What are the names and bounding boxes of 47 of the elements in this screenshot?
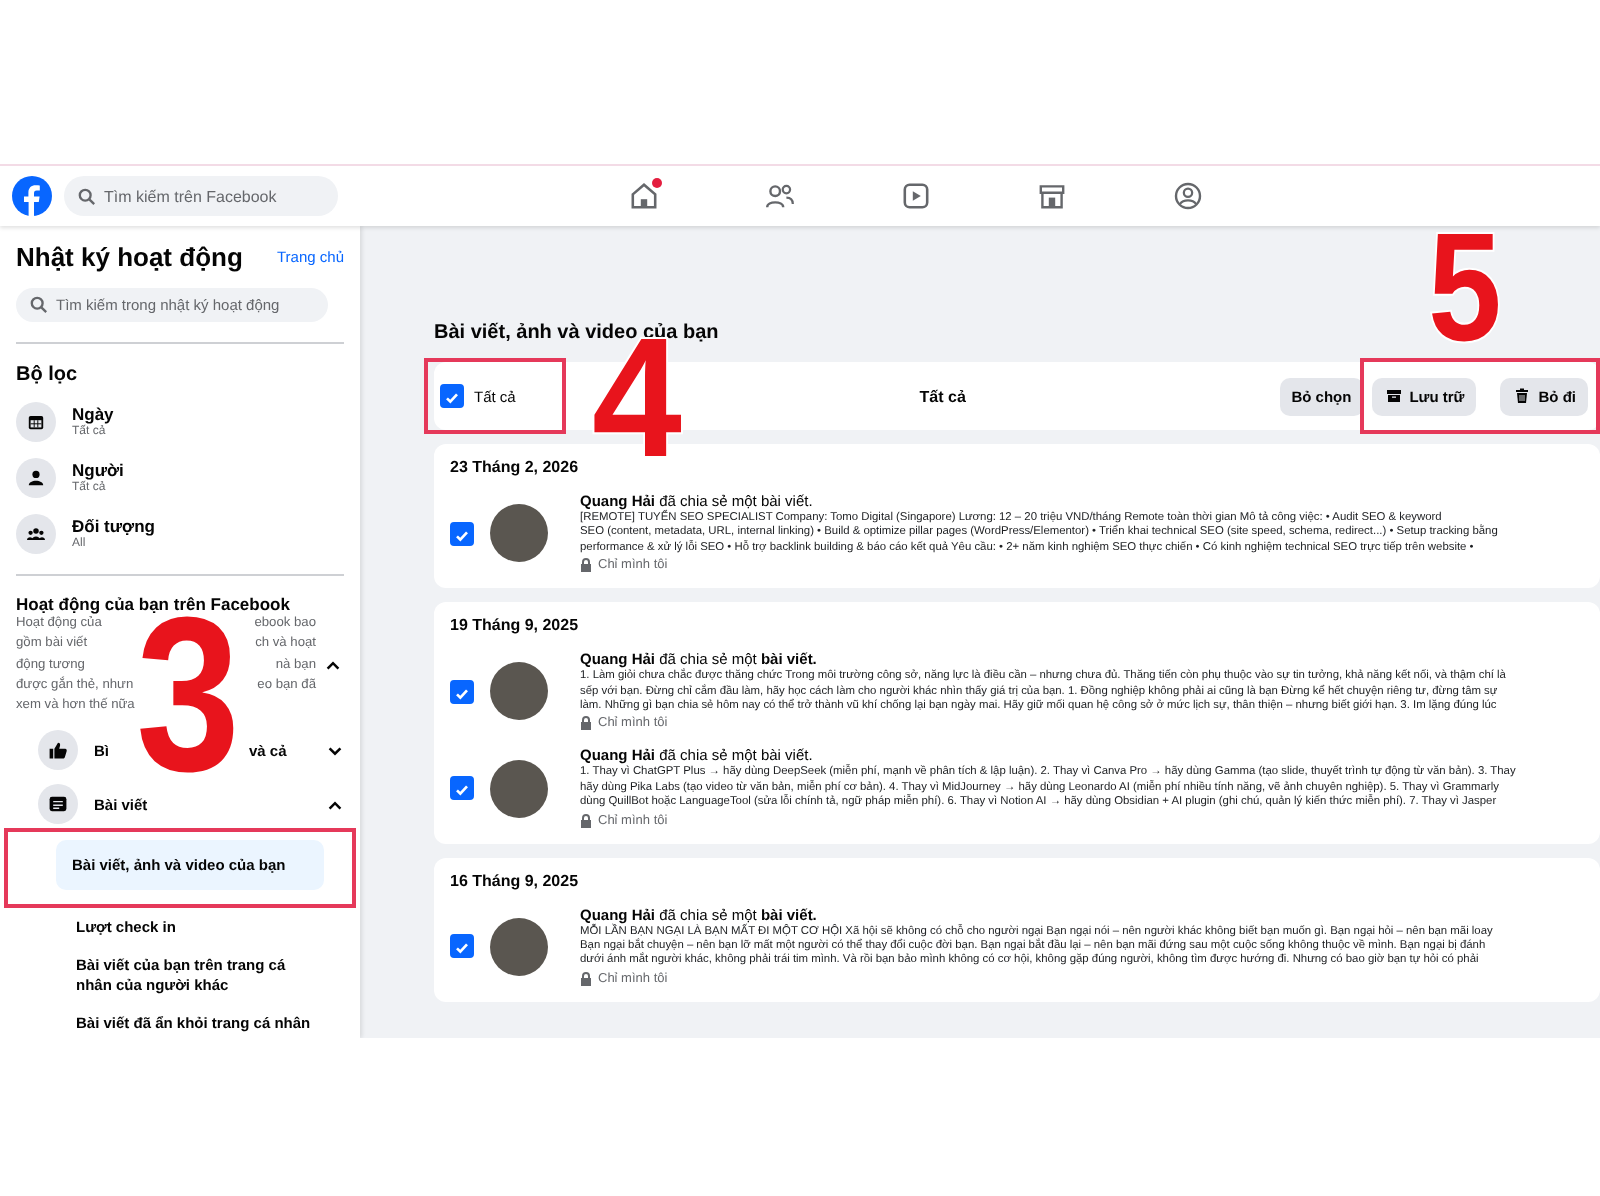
lock-icon [580, 558, 592, 573]
people-icon [764, 180, 796, 212]
home-icon [628, 180, 660, 212]
section-heading: Hoạt động của bạn trên Facebook [16, 594, 292, 614]
step-number: 4 [592, 338, 682, 464]
trash-icon [1512, 386, 1533, 406]
group-icon-badge[interactable] [38, 784, 78, 825]
filter-icon-badge[interactable] [16, 458, 56, 498]
archive-icon [1383, 386, 1404, 406]
filter-icon-badge[interactable] [16, 514, 56, 554]
play-icon [900, 180, 932, 212]
avatar-placeholder [490, 917, 548, 976]
chevron-icon[interactable] [326, 741, 344, 760]
logo-icon[interactable] [12, 176, 52, 216]
store-icon [1036, 180, 1068, 212]
filter-icon-badge[interactable] [16, 402, 56, 442]
avatar-placeholder [490, 662, 548, 721]
filter-label[interactable]: Đối tượng [72, 516, 155, 536]
thumbs-up-icon [46, 738, 70, 763]
person-circle-icon [1172, 180, 1204, 212]
person-icon [24, 466, 48, 490]
avatar-placeholder [490, 504, 548, 563]
date-heading: 16 Tháng 9, 2025 [450, 871, 581, 890]
page-title: Nhật ký hoạt động [16, 242, 243, 272]
chevron-icon[interactable] [324, 656, 342, 675]
step-number: 3 [136, 614, 240, 777]
date-heading: 19 Tháng 9, 2025 [450, 616, 581, 635]
search-field[interactable]: Tìm kiếm trên Facebook [64, 176, 338, 216]
lock-icon [580, 716, 592, 731]
avatar-placeholder [490, 759, 548, 818]
filter-label: Tất cả [917, 387, 968, 405]
checkbox[interactable] [450, 679, 474, 704]
group-icon-badge[interactable] [38, 730, 78, 771]
post-icon [46, 792, 70, 817]
calendar-icon [24, 410, 48, 434]
checkbox[interactable] [440, 384, 464, 408]
date-heading: 23 Tháng 2, 2026 [450, 458, 581, 476]
lock-icon [580, 813, 592, 828]
lock-icon [580, 971, 592, 986]
filter-label[interactable]: Người [72, 460, 124, 480]
step-number: 5 [1428, 232, 1502, 346]
checkbox[interactable] [450, 521, 474, 546]
checkbox[interactable] [450, 776, 474, 801]
section-heading: Bộ lọc [16, 364, 80, 386]
checkbox[interactable] [450, 934, 474, 959]
filter-label[interactable]: Ngày [72, 404, 114, 424]
group-icon [24, 522, 48, 546]
